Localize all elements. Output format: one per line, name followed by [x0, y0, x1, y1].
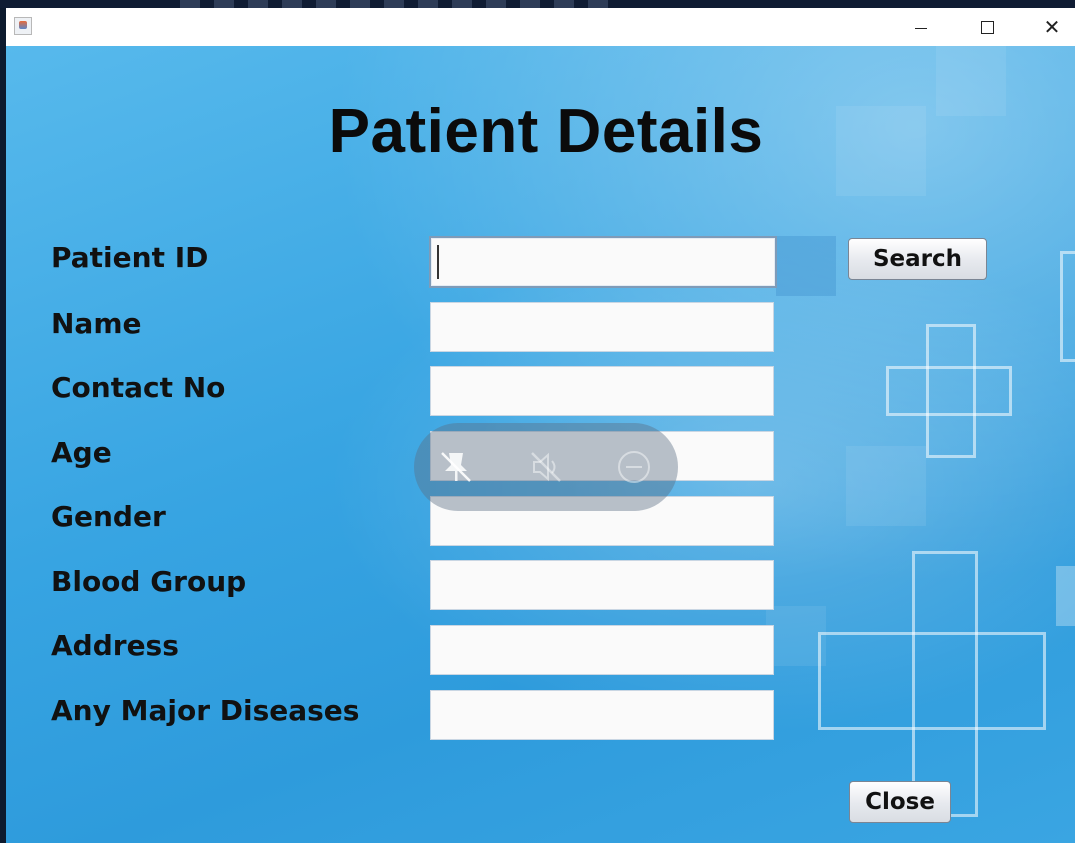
java-cup-icon[interactable]: [14, 17, 32, 35]
close-button[interactable]: Close: [849, 781, 951, 823]
maximize-icon: [980, 20, 994, 34]
minimize-icon: [915, 27, 927, 29]
maximize-button[interactable]: [954, 8, 1020, 46]
address-field[interactable]: [430, 625, 774, 675]
label-age: Age: [51, 436, 112, 469]
label-patient-id: Patient ID: [51, 241, 209, 274]
bg-block: [766, 606, 826, 666]
bg-block: [846, 446, 926, 526]
bg-block: [776, 236, 836, 296]
search-button[interactable]: Search: [848, 238, 987, 280]
blood-group-field[interactable]: [430, 560, 774, 610]
contact-no-field[interactable]: [430, 366, 774, 416]
medical-cross-decoration: [818, 632, 1046, 730]
label-any-major-diseases: Any Major Diseases: [51, 694, 360, 727]
label-contact-no: Contact No: [51, 371, 226, 404]
minimize-button[interactable]: [888, 8, 954, 46]
form-panel: Patient Details Patient ID Name Contact …: [6, 46, 1075, 843]
label-name: Name: [51, 307, 142, 340]
medical-cross-decoration: [1060, 251, 1075, 362]
close-icon: ✕: [1043, 15, 1061, 39]
close-window-button[interactable]: ✕: [1019, 8, 1075, 46]
bg-block: [1056, 566, 1075, 626]
text-caret: [437, 245, 439, 279]
media-overlay-toolbar: [414, 423, 678, 511]
unpin-icon[interactable]: [436, 447, 476, 487]
background-window-remnant: [180, 0, 620, 8]
patient-id-field[interactable]: [429, 236, 777, 288]
name-field[interactable]: [430, 302, 774, 352]
mute-icon[interactable]: [526, 447, 566, 487]
patient-details-window: ✕ Patient Details Patient ID Name Contac…: [6, 8, 1075, 843]
medical-cross-decoration: [886, 366, 1012, 416]
label-address: Address: [51, 629, 179, 662]
any-major-diseases-field[interactable]: [430, 690, 774, 740]
title-bar[interactable]: ✕: [6, 8, 1075, 46]
label-blood-group: Blood Group: [51, 565, 247, 598]
desktop-background-strip: [0, 0, 1075, 8]
label-gender: Gender: [51, 500, 166, 533]
page-title: Patient Details: [328, 97, 764, 166]
minus-circle-icon[interactable]: [614, 447, 654, 487]
